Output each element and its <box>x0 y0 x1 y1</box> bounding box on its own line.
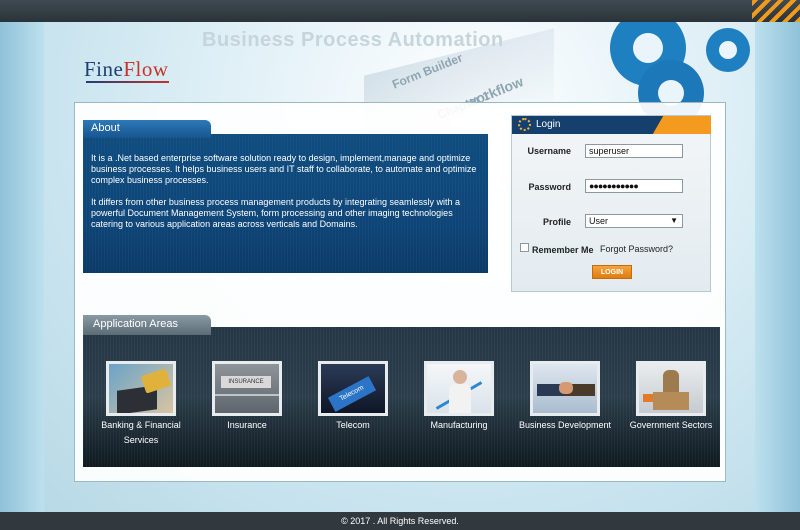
login-button[interactable]: LOGIN <box>592 265 632 279</box>
password-input[interactable]: ●●●●●●●●●●● <box>585 179 683 193</box>
gear-icon <box>706 28 750 72</box>
app-area-banking[interactable]: Banking & Financial Services <box>88 361 194 448</box>
about-paragraph: It is a .Net based enterprise software s… <box>91 153 477 185</box>
fineflow-logo[interactable]: FineFlow <box>84 57 169 83</box>
app-area-label: Banking & Financial Services <box>101 420 181 445</box>
login-panel: Login Username Password ●●●●●●●●●●● Prof… <box>511 115 711 292</box>
handshake-icon <box>530 361 600 416</box>
about-paragraph: It differs from other business process m… <box>91 197 461 229</box>
corner-stripes-decoration <box>752 0 800 22</box>
app-area-insurance[interactable]: INSURANCE Insurance <box>194 361 300 433</box>
profile-select[interactable]: User ▼ <box>585 214 683 228</box>
about-box: It is a .Net based enterprise software s… <box>83 134 488 273</box>
username-label: Username <box>527 146 571 156</box>
app-area-label: Manufacturing <box>430 420 488 430</box>
application-areas-box: Banking & Financial Services INSURANCE I… <box>83 327 720 467</box>
card-terminal-icon <box>106 361 176 416</box>
app-area-manufacturing[interactable]: Manufacturing <box>406 361 512 433</box>
app-area-government[interactable]: Government Sectors <box>618 361 724 433</box>
logo-text-fine: Fine <box>84 57 124 81</box>
chevron-down-icon: ▼ <box>670 216 678 225</box>
app-area-label: Government Sectors <box>629 420 713 430</box>
remember-me-checkbox[interactable] <box>520 243 529 252</box>
app-area-label: Insurance <box>227 420 267 430</box>
copyright-text: © 2017 . All Rights Reserved. <box>341 516 459 526</box>
login-header-slant <box>636 116 664 134</box>
right-side-panel <box>755 22 800 512</box>
footer: © 2017 . All Rights Reserved. <box>0 512 800 530</box>
app-area-label: Telecom <box>336 420 370 430</box>
password-label: Password <box>528 182 571 192</box>
banner-title: Business Process Automation <box>202 29 504 51</box>
forgot-password-link[interactable]: Forgot Password? <box>600 244 673 254</box>
application-areas-heading: Application Areas <box>83 315 211 335</box>
government-building-icon <box>636 361 706 416</box>
telecom-sign-icon: Telecom <box>318 361 388 416</box>
app-area-business-development[interactable]: Business Development <box>512 361 618 433</box>
app-area-label: Business Development <box>518 420 612 430</box>
profile-label: Profile <box>542 217 571 227</box>
main-content-panel: It is a .Net based enterprise software s… <box>74 102 726 482</box>
remember-me-label: Remember Me <box>532 245 594 255</box>
top-bar <box>0 0 800 22</box>
login-heading: Login <box>536 119 561 130</box>
username-input[interactable] <box>585 144 683 158</box>
insurance-folder-icon: INSURANCE <box>212 361 282 416</box>
clock-icon <box>518 118 531 131</box>
left-side-panel <box>0 22 44 512</box>
growth-chart-icon <box>424 361 494 416</box>
about-heading: About <box>83 120 211 138</box>
app-area-telecom[interactable]: Telecom Telecom <box>300 361 406 433</box>
logo-text-flow: Flow <box>123 57 169 81</box>
login-header: Login <box>512 116 711 134</box>
profile-selected-value: User <box>589 216 609 226</box>
